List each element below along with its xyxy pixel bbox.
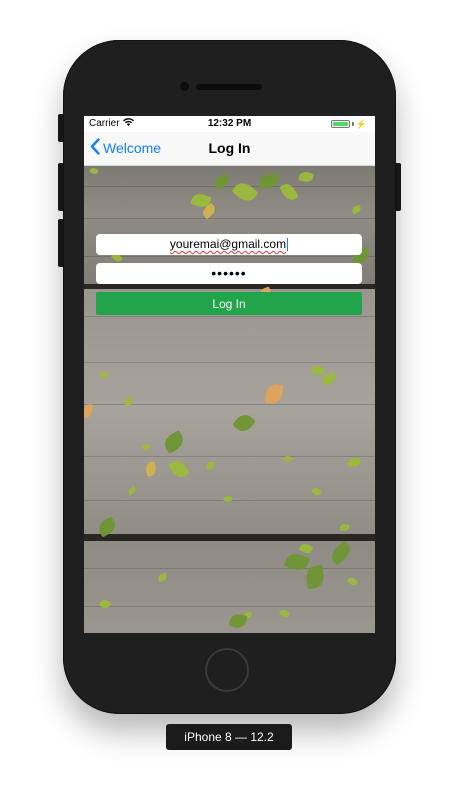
page-title: Log In — [208, 140, 251, 156]
navigation-bar: Welcome Log In — [84, 132, 375, 166]
status-bar: Carrier 12:32 PM ⚡ — [84, 116, 375, 132]
battery-body — [330, 120, 350, 128]
text-cursor — [287, 238, 289, 252]
battery-icon: ⚡ — [330, 119, 367, 129]
password-field[interactable]: •••••• — [96, 263, 362, 284]
battery-tip — [351, 122, 354, 126]
wood-grain — [84, 362, 375, 363]
device-screen: Carrier 12:32 PM ⚡ Welcome Log In yourem… — [84, 116, 375, 633]
charging-icon: ⚡ — [355, 119, 367, 129]
wood-grain — [84, 456, 375, 457]
plank-gap — [84, 534, 375, 541]
email-value: youremai@gmail.com — [169, 237, 287, 251]
battery-level-fill — [332, 122, 348, 126]
front-camera — [180, 82, 189, 91]
login-form: youremai@gmail.com •••••• Log In — [96, 234, 362, 315]
wood-grain — [84, 568, 375, 569]
wood-grain — [84, 186, 375, 187]
simulator-stage: Carrier 12:32 PM ⚡ Welcome Log In yourem… — [0, 0, 459, 786]
earpiece-speaker — [196, 84, 262, 90]
wood-grain — [84, 218, 375, 219]
login-button[interactable]: Log In — [96, 292, 362, 315]
simulator-device-label: iPhone 8 — 12.2 — [166, 724, 292, 750]
wood-grain — [84, 606, 375, 607]
email-field[interactable]: youremai@gmail.com — [96, 234, 362, 255]
wood-grain — [84, 316, 375, 317]
password-value: •••••• — [211, 265, 247, 281]
home-button[interactable] — [205, 648, 249, 692]
